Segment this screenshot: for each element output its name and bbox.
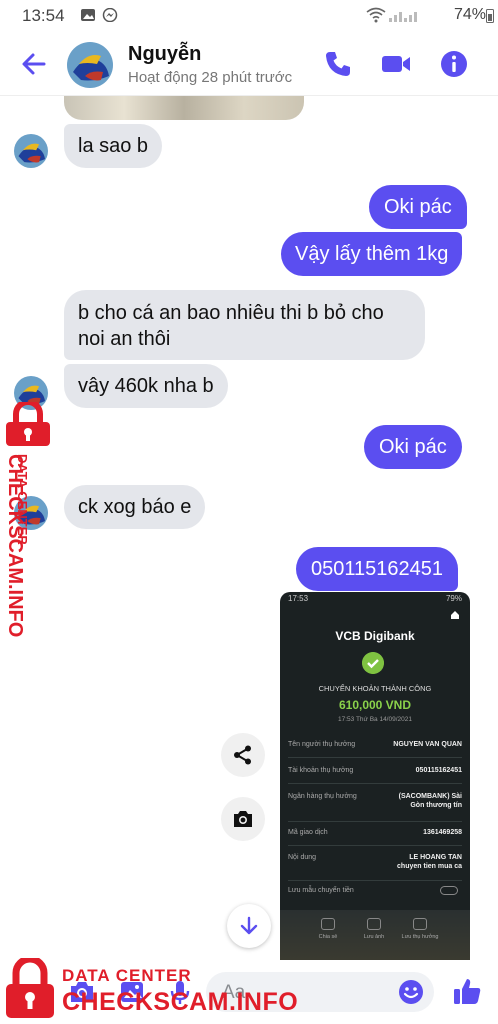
receipt-row-label: Ngân hàng thụ hưởng [288, 793, 357, 800]
back-arrow-icon[interactable] [18, 48, 50, 80]
message-bubble-outgoing[interactable]: 050115162451 [296, 547, 458, 591]
watermark-checkscam: CHECKSCAM.INFO [62, 988, 299, 1016]
battery-level: 74% [453, 6, 486, 23]
watermark-checkscam-vertical: CHECKSCAM.INFO [4, 454, 26, 638]
signal-icon [389, 12, 417, 22]
home-icon [451, 611, 459, 619]
receipt-row-label: Tài khoản thụ hưởng [288, 767, 354, 774]
message-bubble-incoming[interactable]: la sao b [64, 124, 163, 168]
bank-brand: VCB Digibank [335, 629, 415, 643]
receipt-footer-label: Lưu ảnh [363, 934, 385, 940]
receipt-row: Nội dung LE HOANG TAN chuyen tien mua ca [288, 853, 462, 881]
receipt-row-label: Tên người thụ hưởng [288, 741, 356, 748]
previous-photo-message[interactable] [64, 96, 304, 120]
watermark-lock-icon [6, 402, 50, 446]
watermark-lock-icon [6, 958, 54, 1018]
receipt-row-value-line: (SACOMBANK) Sài [398, 793, 462, 800]
share-icon [234, 745, 251, 765]
battery-icon [486, 9, 494, 23]
save-image-icon [367, 918, 381, 930]
save-template-toggle [440, 886, 458, 895]
receipt-row-value: LE HOANG TAN chuyen tien mua ca [397, 853, 462, 871]
receipt-row-value: 1361469258 [423, 829, 462, 836]
phone-call-icon[interactable] [322, 48, 354, 80]
thumbs-up-icon[interactable] [452, 976, 482, 1006]
transfer-result: CHUYỂN KHOẢN THÀNH CÔNG [318, 684, 432, 693]
camera-icon [234, 811, 252, 827]
receipt-row-label: Mã giao dịch [288, 829, 328, 836]
message-bubble-incoming[interactable]: vây 460k nha b [64, 364, 228, 408]
receipt-row-value-line: Gòn thương tín [410, 802, 462, 809]
status-time: 13:54 [22, 6, 65, 25]
receipt-row: Mã giao dịch 1361469258 [288, 828, 462, 846]
emoji-icon[interactable] [398, 979, 424, 1005]
scroll-to-bottom-button[interactable] [227, 904, 271, 948]
save-beneficiary-icon [413, 918, 427, 930]
receipt-row-value: NGUYEN VAN QUAN [393, 741, 462, 748]
messenger-notification-icon [102, 8, 118, 22]
receipt-footer-label: Lưu thụ hưởng [401, 934, 439, 940]
info-icon[interactable] [438, 48, 470, 80]
receipt-status-battery: 79% [445, 594, 462, 603]
contact-name[interactable]: Nguyễn [128, 43, 201, 66]
receipt-row-label: Nội dung [288, 854, 317, 861]
message-bubble-outgoing[interactable]: Oki pác [369, 185, 467, 229]
message-bubble-incoming[interactable]: b cho cá an bao nhiêu thi b bỏ cho noi a… [64, 290, 425, 360]
gallery-icon [81, 9, 95, 21]
receipt-footer-label: Chia sẻ [318, 934, 338, 940]
watermark-data-center: DATA CENTER [62, 966, 192, 985]
receipt-row: Ngân hàng thụ hưởng (SACOMBANK) Sài Gòn t… [288, 792, 462, 822]
arrow-down-icon [240, 916, 258, 935]
success-check-icon [362, 652, 384, 674]
chat-header: Nguyễn Hoạt động 28 phút trước [0, 32, 498, 96]
message-text-line: b cho cá an bao nhiêu thi b bỏ cho [78, 302, 384, 324]
message-bubble-outgoing[interactable]: Oki pác [364, 425, 462, 469]
receipt-row-label: Lưu mẫu chuyển tiền [288, 887, 354, 894]
save-photo-button[interactable] [221, 797, 265, 841]
wifi-icon [366, 7, 386, 23]
share-button[interactable] [221, 733, 265, 777]
message-bubble-outgoing[interactable]: Vậy lấy thêm 1kg [281, 232, 463, 276]
receipt-status-time: 17:53 [288, 594, 309, 603]
receipt-row: Tên người thụ hưởng NGUYEN VAN QUAN [288, 740, 462, 758]
transfer-receipt-image[interactable]: 17:53 79% VCB Digibank CHUYỂN KHOẢN THÀN… [280, 592, 470, 960]
share-icon [321, 918, 335, 930]
contact-avatar[interactable] [67, 42, 113, 88]
receipt-row-value: (SACOMBANK) Sài Gòn thương tín [399, 792, 462, 810]
receipt-row-value-line: chuyen tien mua ca [397, 863, 462, 870]
sender-avatar [14, 134, 48, 168]
message-bubble-incoming[interactable]: ck xog báo e [64, 485, 206, 529]
status-bar: 13:54 74% [0, 0, 498, 32]
receipt-row-value: 050115162451 [415, 767, 462, 774]
message-text-line: noi an thôi [78, 328, 171, 350]
contact-active-status: Hoạt động 28 phút trước [128, 69, 293, 86]
receipt-row: Tài khoản thụ hưởng 050115162451 [288, 766, 462, 784]
receipt-row-value-line: LE HOANG TAN [409, 854, 462, 861]
transfer-datetime: 17:53 Thứ Ba 14/09/2021 [338, 716, 412, 723]
video-call-icon[interactable] [380, 48, 412, 80]
receipt-row: Lưu mẫu chuyển tiền [288, 886, 462, 900]
transfer-amount: 610,000 VND [338, 698, 412, 712]
